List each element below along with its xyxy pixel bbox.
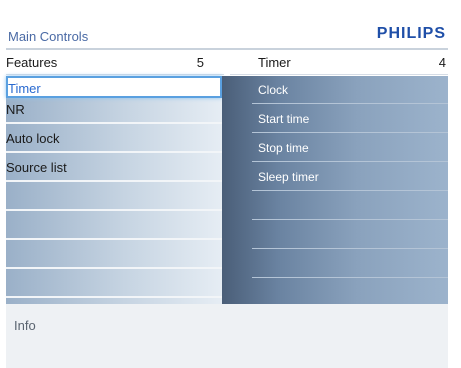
timer-heading-label: Timer (258, 55, 291, 70)
timer-count: 4 (438, 55, 446, 70)
left-heading-divider (6, 74, 224, 75)
submenu-item-empty[interactable] (252, 192, 448, 220)
tv-menu-screen: Main Controls PHILIPS Features 5 Timer 4… (6, 22, 448, 368)
menu-header: Main Controls PHILIPS (6, 22, 448, 48)
list-item-label: Auto lock (6, 131, 60, 146)
submenu-item-sleep-timer[interactable]: Sleep timer (252, 163, 448, 191)
submenu-item-stop-time[interactable]: Stop time (252, 134, 448, 162)
header-divider (6, 48, 448, 50)
features-heading-label: Features (6, 55, 58, 70)
list-item-label: NR (6, 102, 25, 117)
list-item-nr[interactable]: NR (6, 97, 222, 124)
submenu-item-clock[interactable]: Clock (252, 76, 448, 104)
features-column-heading: Features 5 (6, 51, 206, 73)
timer-column-heading: Timer 4 (258, 51, 448, 73)
info-panel: Info (6, 304, 448, 368)
list-item-empty[interactable] (6, 213, 222, 240)
list-item-auto-lock[interactable]: Auto lock (6, 126, 222, 153)
submenu-item-empty[interactable] (252, 221, 448, 249)
info-label: Info (14, 318, 36, 333)
submenu-item-start-time[interactable]: Start time (252, 105, 448, 133)
submenu-item-label: Sleep timer (258, 170, 319, 184)
list-item-empty[interactable] (6, 271, 222, 298)
features-list: NR Auto lock Source list (6, 97, 222, 328)
list-item-source-list[interactable]: Source list (6, 155, 222, 182)
list-item-empty[interactable] (6, 184, 222, 211)
list-item-timer-selected[interactable]: Timer (6, 76, 222, 98)
menu-title: Main Controls (8, 29, 89, 44)
right-heading-divider (230, 74, 448, 75)
features-count: 5 (196, 55, 204, 70)
submenu-item-empty[interactable] (252, 250, 448, 278)
list-item-label: Timer (8, 81, 41, 96)
list-item-label: Source list (6, 160, 67, 175)
brand-logo: PHILIPS (376, 25, 446, 42)
list-item-empty[interactable] (6, 242, 222, 269)
timer-submenu-panel: Clock Start time Stop time Sleep timer (222, 76, 448, 328)
submenu-item-empty[interactable] (252, 279, 448, 307)
submenu-item-label: Start time (258, 112, 310, 126)
submenu-item-label: Stop time (258, 141, 309, 155)
submenu-item-label: Clock (258, 83, 289, 97)
